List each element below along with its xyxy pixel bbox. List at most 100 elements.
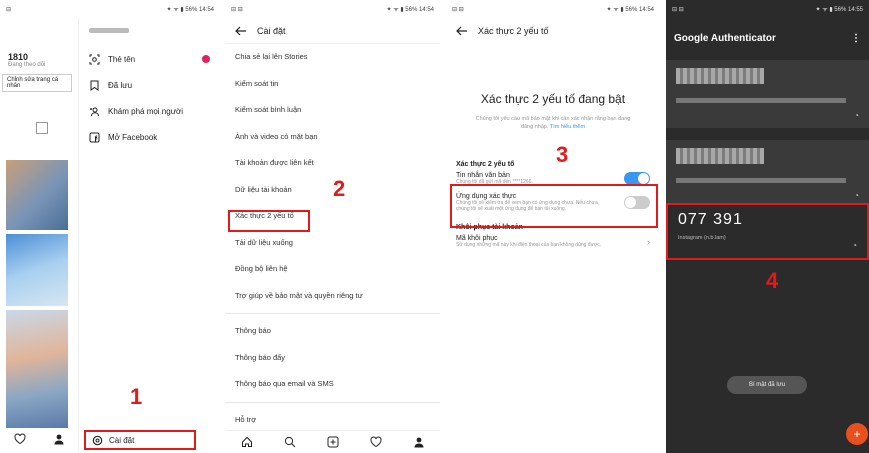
menu-item-saved[interactable]: Đã lưu	[79, 72, 220, 98]
profile-icon[interactable]	[413, 436, 425, 448]
status-right: ✦ ᯤ ▮ 56% 14:54	[166, 7, 215, 13]
menu-item-label: Thẻ tên	[108, 54, 136, 64]
menu-item-label: Khám phá mọi người	[108, 106, 184, 116]
step-number-3: 3	[556, 142, 569, 167]
status-bar: ⊟ ⊟ ✦ ᯤ ▮ 56% 14:54	[225, 0, 440, 18]
home-icon[interactable]	[241, 436, 253, 448]
status-left: ⊟ ⊟	[231, 6, 243, 13]
section-divider	[225, 313, 440, 314]
blurred-account	[676, 178, 846, 183]
menu-item-label: Mở Facebook	[108, 132, 158, 142]
side-drawer: Thẻ tên Đã lưu Khám phá mọi người Mở Fac…	[78, 18, 220, 453]
settings-button[interactable]: Cài đặt	[84, 430, 196, 450]
red-dot-badge	[202, 55, 210, 63]
saved-secret-toast: Bí mật đã lưu	[727, 376, 807, 394]
following-stat: 1810 Đang theo dõi	[0, 52, 80, 68]
heart-icon[interactable]	[13, 433, 26, 445]
status-right: ✦ ᯤ ▮ 56% 14:55	[815, 7, 864, 13]
setting-item-download-data[interactable]: Tải dữ liệu xuống	[225, 230, 440, 257]
status-left: ⊟ ⊟	[452, 6, 464, 13]
app-bar: Cài đặt	[225, 18, 440, 44]
page-title: Cài đặt	[257, 25, 286, 36]
timer-icon: ◔	[852, 241, 857, 250]
drawer-username	[79, 18, 220, 46]
instagram-code-entry[interactable]: 077 391 Instagram (n.b.lam) ◔	[666, 203, 869, 260]
recovery-codes-row[interactable]: Mã khôi phục Sử dụng những mã này khi đi…	[456, 235, 650, 248]
blurred-code	[676, 68, 764, 84]
status-right: ✦ ᯤ ▮ 56% 14:54	[386, 7, 435, 13]
profile-summary: 1810 Đang theo dõi Chỉnh sửa trang cá nh…	[0, 52, 80, 134]
profile-icon[interactable]	[53, 433, 65, 445]
heart-icon[interactable]	[369, 436, 382, 448]
following-count: 1810	[8, 52, 29, 62]
setting-item-push-notifications[interactable]: Thông báo đẩy	[225, 345, 440, 372]
status-left: ⊟ ⊟	[672, 6, 684, 13]
following-label: Đang theo dõi	[8, 62, 46, 68]
profile-grid-icon[interactable]	[36, 122, 48, 134]
status-bar: ⊟ ⊟ ✦ ᯤ ▮ 56% 14:54	[446, 0, 660, 18]
bottom-nav	[225, 430, 440, 453]
recovery-sub: Sử dụng những mã này khi điện thoại của …	[456, 242, 602, 249]
app-title: Google Authenticator	[674, 32, 776, 44]
edit-profile-button[interactable]: Chỉnh sửa trang cá nhân	[2, 74, 72, 92]
step-number-2: 2	[333, 176, 346, 201]
app-bar: Google Authenticator ⋮	[666, 18, 869, 58]
facebook-icon	[89, 132, 100, 143]
status-right: ✦ ᯤ ▮ 56% 14:54	[606, 7, 655, 13]
instagram-profile-screen: ⊟ ✦ ᯤ ▮ 56% 14:54 1810 Đang theo dõi Chỉ…	[0, 0, 220, 453]
step-number-1: 1	[130, 384, 143, 409]
settings-label: Cài đặt	[109, 435, 135, 445]
status-bar: ⊟ ✦ ᯤ ▮ 56% 14:54	[0, 0, 220, 18]
search-icon[interactable]	[284, 436, 296, 448]
chevron-right-icon: ›	[647, 236, 650, 247]
blurred-account	[676, 98, 846, 103]
menu-item-label: Đã lưu	[108, 80, 133, 90]
bookmark-icon	[89, 80, 100, 91]
setting-item-privacy-help[interactable]: Trợ giúp về bảo mật và quyền riêng tư	[225, 283, 440, 310]
section-header-notifications: Thông báo	[235, 326, 271, 335]
authenticator-screen: ⊟ ⊟ ✦ ᯤ ▮ 56% 14:55 Google Authenticator…	[666, 0, 869, 453]
setting-item-share-stories[interactable]: Chia sẻ lại lên Stories	[225, 44, 440, 71]
account-entry-1[interactable]: ◔	[666, 60, 869, 128]
settings-list: Chia sẻ lại lên Stories Kiểm soát tin Ki…	[225, 44, 440, 433]
blurred-code	[676, 148, 764, 164]
timer-icon: ◔	[854, 111, 859, 120]
status-bar: ⊟ ⊟ ✦ ᯤ ▮ 56% 14:55	[666, 0, 869, 18]
post-thumbnail-3[interactable]	[6, 310, 68, 428]
verification-code: 077 391	[678, 211, 743, 228]
post-thumbnail-2[interactable]	[6, 234, 68, 306]
page-title: Xác thực 2 yếu tố	[478, 26, 549, 36]
section-title: Xác thực 2 yếu tố	[456, 161, 515, 169]
highlight-two-factor	[228, 210, 310, 232]
step-number-4: 4	[766, 268, 779, 293]
overflow-menu-icon[interactable]: ⋮	[851, 33, 861, 44]
setting-item-email-sms[interactable]: Thông báo qua email và SMS	[225, 371, 440, 398]
status-heading: Xác thực 2 yếu tố đang bật	[480, 92, 626, 106]
add-person-icon	[89, 106, 100, 117]
setting-item-story-controls[interactable]: Kiểm soát tin	[225, 71, 440, 98]
setting-item-contact-sync[interactable]: Đồng bộ liên hệ	[225, 256, 440, 283]
bottom-nav	[0, 433, 78, 445]
menu-item-discover-people[interactable]: Khám phá mọi người	[79, 98, 220, 124]
status-description: Chúng tôi yêu cầu mã bảo mật khi cần xác…	[470, 116, 636, 131]
account-entry-2[interactable]: ◔	[666, 140, 869, 208]
menu-item-nametag[interactable]: Thẻ tên	[79, 46, 220, 72]
add-post-icon[interactable]	[327, 436, 339, 448]
highlight-auth-app	[450, 184, 658, 228]
status-left: ⊟	[6, 6, 12, 13]
setting-item-photos-of-you[interactable]: Ảnh và video có mặt bạn	[225, 124, 440, 151]
setting-item-comment-controls[interactable]: Kiểm soát bình luận	[225, 97, 440, 124]
menu-item-open-facebook[interactable]: Mở Facebook	[79, 124, 220, 150]
add-account-button[interactable]: +	[846, 423, 868, 445]
section-divider	[225, 401, 440, 403]
qr-scan-icon	[89, 54, 100, 65]
app-bar: Xác thực 2 yếu tố	[446, 18, 660, 44]
back-arrow-icon[interactable]	[235, 26, 247, 36]
post-thumbnail-1[interactable]	[6, 160, 68, 230]
setting-item-linked-accounts[interactable]: Tài khoản được liên kết	[225, 150, 440, 177]
back-arrow-icon[interactable]	[456, 26, 468, 36]
code-account-label: Instagram (n.b.lam)	[678, 235, 726, 241]
learn-more-link[interactable]: Tìm hiểu thêm	[550, 124, 585, 130]
gear-icon	[92, 435, 103, 446]
timer-icon: ◔	[854, 191, 859, 200]
